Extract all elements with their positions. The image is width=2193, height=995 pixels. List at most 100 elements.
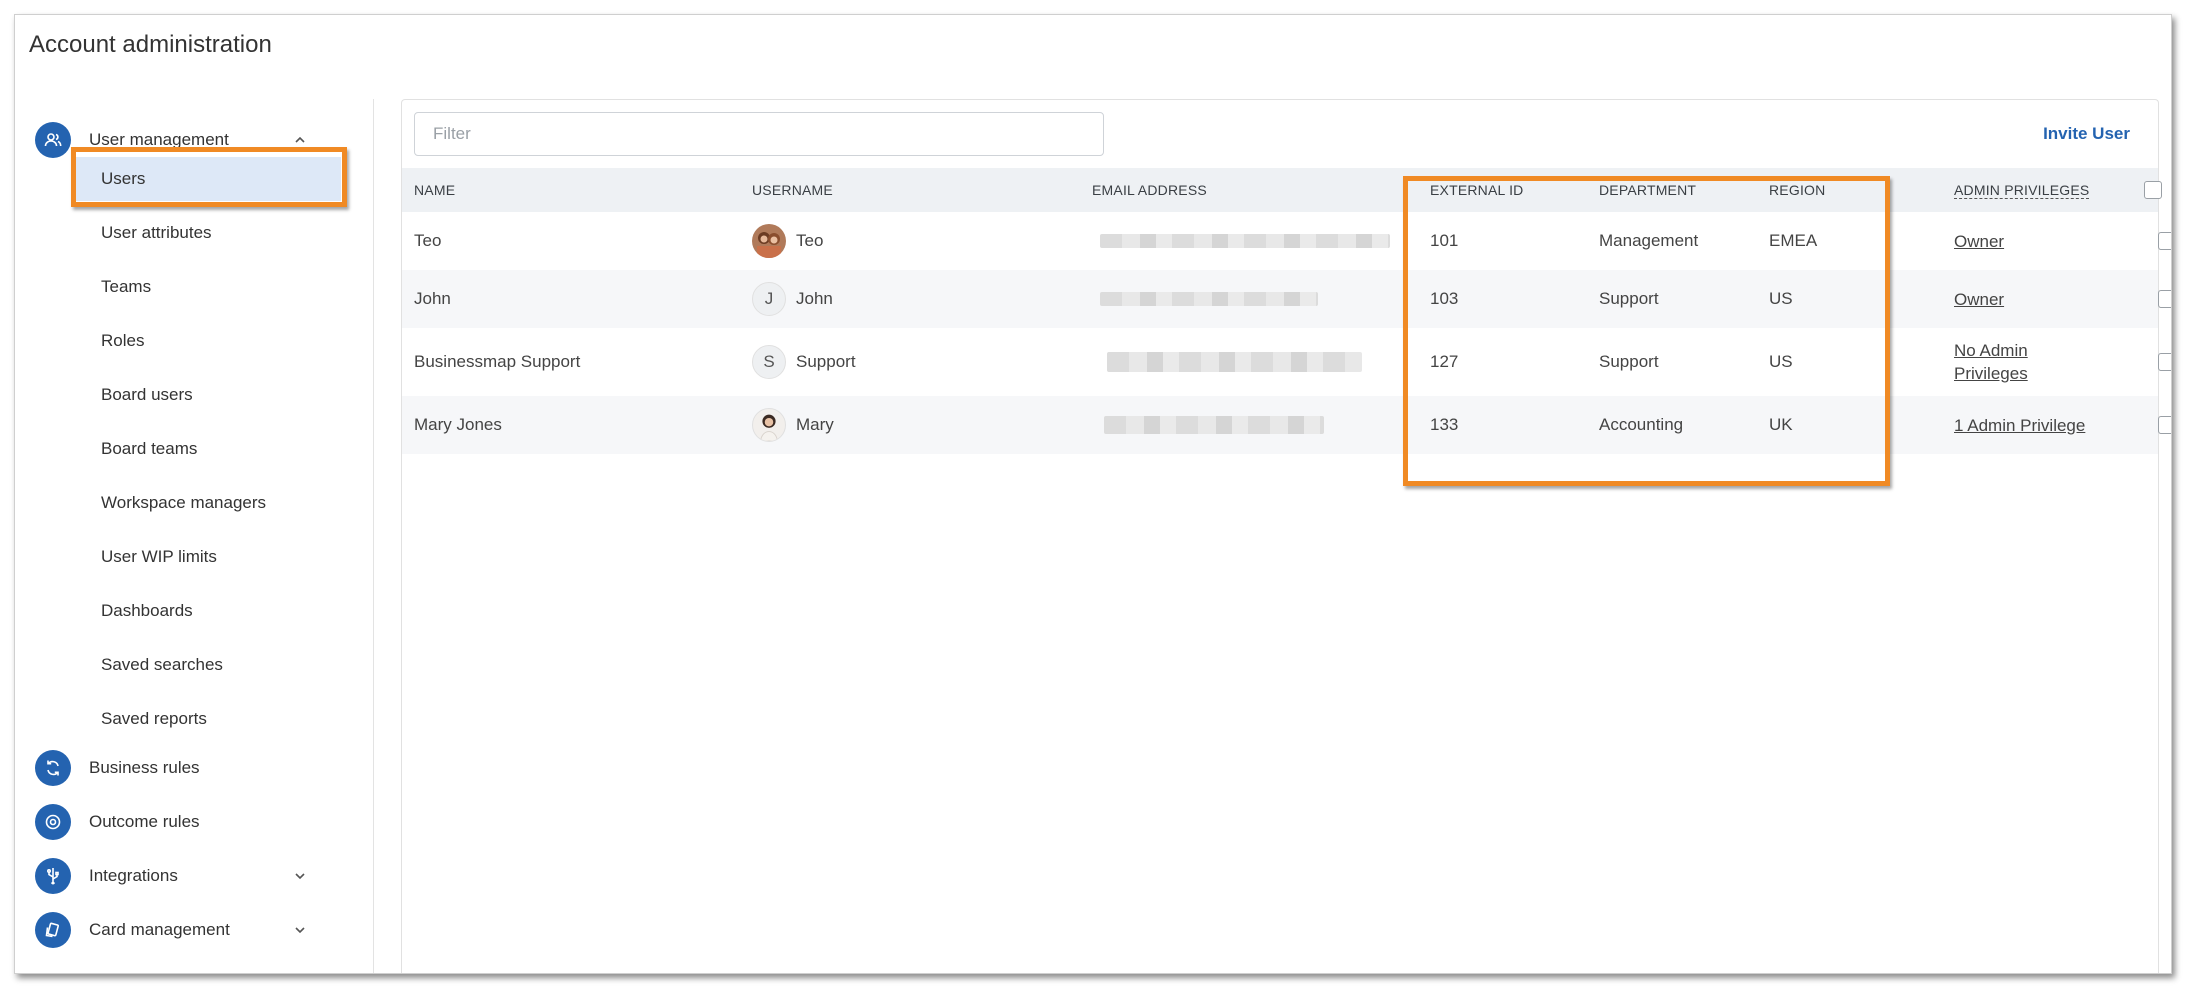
- sidebar-item-roles[interactable]: Roles: [73, 319, 341, 363]
- cell-region: EMEA: [1769, 231, 1818, 250]
- users-panel: Invite User NAME USERNAME EMAIL ADDRESS …: [401, 99, 2171, 973]
- sidebar: User management Users User attributes Te…: [15, 99, 374, 973]
- cell-email: [1100, 270, 1318, 328]
- cards-icon: [35, 912, 71, 948]
- sidebar-item-label: Board teams: [101, 439, 198, 458]
- nav-group-business-rules[interactable]: Business rules: [35, 745, 325, 791]
- cell-email: [1104, 396, 1324, 454]
- username-text: John: [796, 289, 833, 308]
- column-header-email[interactable]: EMAIL ADDRESS: [1092, 168, 1207, 212]
- cell-department: Accounting: [1599, 415, 1684, 434]
- cell-external-id: 127: [1430, 352, 1459, 371]
- users-icon: [35, 122, 71, 158]
- usb-icon: [35, 858, 71, 894]
- cell-email: [1107, 328, 1362, 396]
- sidebar-item-label: Saved reports: [101, 709, 207, 728]
- chevron-down-icon[interactable]: [293, 923, 307, 937]
- username-text: Teo: [796, 231, 824, 250]
- cell-username: Mary: [752, 396, 834, 454]
- sidebar-item-saved-searches[interactable]: Saved searches: [73, 643, 341, 687]
- cell-name: Businessmap Support: [414, 352, 581, 371]
- chevron-down-icon[interactable]: [293, 869, 307, 883]
- invite-user-button[interactable]: Invite User: [2043, 124, 2130, 144]
- redacted-email: [1100, 292, 1318, 306]
- sidebar-item-users[interactable]: Users: [73, 157, 341, 201]
- avatar: J: [752, 282, 786, 316]
- sidebar-item-board-users[interactable]: Board users: [73, 373, 341, 417]
- avatar: [752, 224, 786, 258]
- sidebar-item-label: User attributes: [101, 223, 212, 242]
- filter-input[interactable]: [414, 112, 1104, 156]
- sidebar-item-label: Teams: [101, 277, 152, 296]
- cell-name: Teo: [414, 231, 442, 250]
- sidebar-item-dashboards[interactable]: Dashboards: [73, 589, 341, 633]
- select-all-checkbox[interactable]: [2144, 181, 2162, 199]
- cell-external-id: 101: [1430, 231, 1459, 250]
- table-row[interactable]: John J John 103 Support US Owner: [402, 270, 2171, 328]
- admin-privileges-link[interactable]: 1 Admin Privilege: [1954, 414, 2085, 437]
- nav-group-integrations[interactable]: Integrations: [35, 853, 325, 899]
- admin-privileges-link[interactable]: Owner: [1954, 288, 2004, 311]
- cell-department: Support: [1599, 352, 1659, 371]
- cell-admin-privileges: 1 Admin Privilege: [1954, 396, 2085, 454]
- cell-name: Mary Jones: [414, 415, 502, 434]
- nav-group-label: Outcome rules: [89, 812, 200, 831]
- column-header-department[interactable]: DEPARTMENT: [1599, 168, 1696, 212]
- avatar: [752, 408, 786, 442]
- nav-group-card-management[interactable]: Card management: [35, 907, 325, 953]
- table-row[interactable]: Teo Teo 101 Management EMEA Owner: [402, 212, 2171, 270]
- cell-email: [1100, 212, 1390, 270]
- nav-group-outcome-rules[interactable]: Outcome rules: [35, 799, 325, 845]
- sidebar-item-label: Saved searches: [101, 655, 223, 674]
- nav-group-label: User management: [89, 130, 229, 149]
- row-checkbox[interactable]: [2158, 416, 2171, 434]
- row-checkbox[interactable]: [2158, 290, 2171, 308]
- nav-group-label: Card management: [89, 920, 230, 939]
- sidebar-item-user-wip-limits[interactable]: User WIP limits: [73, 535, 341, 579]
- sidebar-item-label: Dashboards: [101, 601, 193, 620]
- sidebar-item-label: Roles: [101, 331, 145, 350]
- cell-external-id: 103: [1430, 289, 1459, 308]
- cell-username: S Support: [752, 328, 856, 396]
- row-checkbox[interactable]: [2158, 353, 2171, 371]
- column-header-name[interactable]: NAME: [414, 168, 455, 212]
- refresh-icon: [35, 750, 71, 786]
- column-header-region[interactable]: REGION: [1769, 168, 1825, 212]
- app-window: Account administration User management U…: [14, 14, 2172, 974]
- column-header-username[interactable]: USERNAME: [752, 168, 833, 212]
- redacted-email: [1100, 234, 1390, 248]
- page-title: Account administration: [29, 31, 272, 58]
- sidebar-item-saved-reports[interactable]: Saved reports: [73, 697, 341, 741]
- nav-group-label: Integrations: [89, 866, 178, 885]
- username-text: Support: [796, 352, 856, 371]
- column-header-external-id[interactable]: EXTERNAL ID: [1430, 168, 1523, 212]
- column-header-admin-privileges[interactable]: ADMIN PRIVILEGES: [1954, 168, 2090, 212]
- cell-admin-privileges: Owner: [1954, 212, 2004, 270]
- sidebar-item-label: Users: [101, 169, 146, 188]
- sidebar-item-user-attributes[interactable]: User attributes: [73, 211, 341, 255]
- admin-privileges-link-line2[interactable]: Privileges: [1954, 362, 2028, 385]
- avatar: S: [752, 345, 786, 379]
- sidebar-item-workspace-managers[interactable]: Workspace managers: [73, 481, 341, 525]
- sidebar-item-board-teams[interactable]: Board teams: [73, 427, 341, 471]
- redacted-email: [1107, 352, 1362, 372]
- table-row[interactable]: Mary Jones Mary 133 Accounting UK 1 Admi…: [402, 396, 2171, 454]
- cell-region: US: [1769, 352, 1793, 371]
- row-checkbox[interactable]: [2158, 232, 2171, 250]
- cell-region: UK: [1769, 415, 1793, 434]
- cell-username: J John: [752, 270, 833, 328]
- nav-group-label: Business rules: [89, 758, 200, 777]
- cell-admin-privileges: Owner: [1954, 270, 2004, 328]
- admin-privileges-link[interactable]: Owner: [1954, 230, 2004, 253]
- admin-privileges-link[interactable]: No Admin: [1954, 339, 2028, 362]
- table-row[interactable]: Businessmap Support S Support 127 Suppor…: [402, 328, 2171, 396]
- cell-admin-privileges: No Admin Privileges: [1954, 328, 2028, 396]
- chevron-up-icon[interactable]: [293, 133, 307, 147]
- target-icon: [35, 804, 71, 840]
- sidebar-item-teams[interactable]: Teams: [73, 265, 341, 309]
- username-text: Mary: [796, 415, 834, 434]
- cell-external-id: 133: [1430, 415, 1459, 434]
- cell-name: John: [414, 289, 451, 308]
- table-header: NAME USERNAME EMAIL ADDRESS EXTERNAL ID …: [402, 168, 2162, 212]
- column-header-admin-label: ADMIN PRIVILEGES: [1954, 182, 2090, 199]
